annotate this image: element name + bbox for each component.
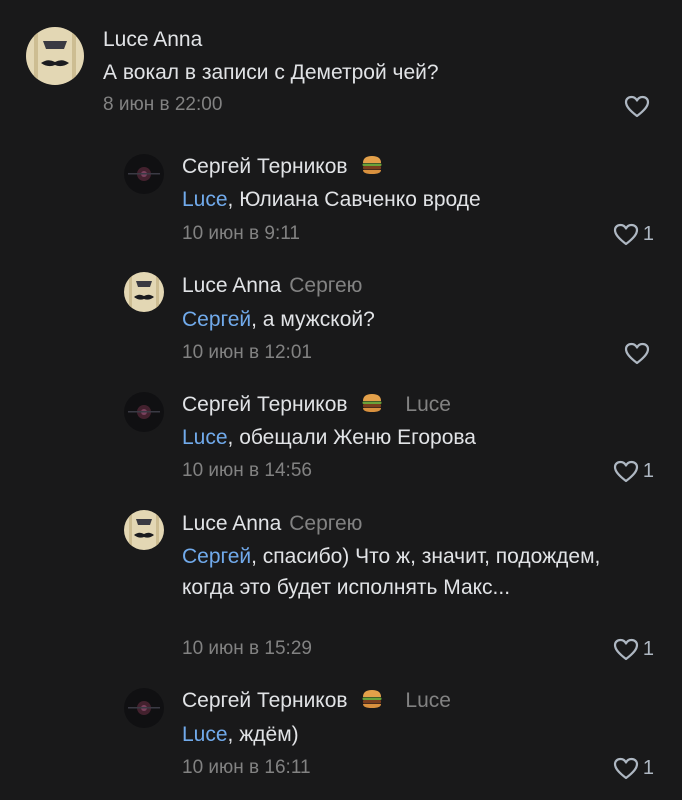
heart-outline-icon	[613, 223, 639, 246]
mention-link[interactable]: Сергей	[182, 545, 251, 568]
like-count: 1	[642, 756, 654, 779]
like-count: 1	[642, 222, 654, 245]
avatar[interactable]	[124, 272, 164, 312]
like-count: 1	[642, 637, 654, 660]
reply-to-label[interactable]: Luce	[405, 393, 451, 416]
like-button[interactable]: 1	[613, 458, 654, 484]
heart-outline-icon	[624, 342, 650, 365]
comment-reply: Luce Anna Сергею Сергей, спасибо) Что ж, …	[0, 497, 682, 677]
comment-reply: Сергей Терников Luce, Юлиана Савченко вр…	[0, 140, 682, 260]
comment-body: А вокал в записи с Деметрой чей?	[103, 61, 439, 84]
author-name[interactable]: Сергей Терников	[182, 393, 348, 416]
avatar[interactable]	[124, 510, 164, 550]
comment-reply: Сергей Терников Luce Luce, ждём) 10 июн …	[0, 674, 682, 800]
comment-body: , ждём)	[227, 723, 299, 746]
comment-date[interactable]: 10 июн в 9:11	[182, 222, 300, 246]
comment-header: Luce Anna Сергею	[182, 273, 362, 299]
like-button[interactable]: 1	[613, 221, 654, 247]
hamburger-emoji	[361, 154, 383, 183]
heart-outline-icon	[613, 460, 639, 483]
avatar[interactable]	[124, 688, 164, 728]
comment-body: , а мужской?	[251, 308, 375, 331]
heart-outline-icon	[624, 95, 650, 118]
comment-text: Luce, Юлиана Савченко вроде	[182, 185, 622, 215]
comment-text: Сергей, а мужской?	[182, 305, 622, 335]
avatar[interactable]	[124, 392, 164, 432]
mention-link[interactable]: Сергей	[182, 308, 251, 331]
comment-header: Luce Anna Сергею	[182, 511, 362, 537]
comment-text: Luce, ждём)	[182, 720, 622, 750]
comment-header: Сергей Терников Luce	[182, 688, 451, 717]
comment-text: Luce, обещали Женю Егорова	[182, 423, 622, 453]
mention-link[interactable]: Luce	[182, 188, 228, 211]
comment-body: , Юлиана Савченко вроде	[227, 188, 481, 211]
heart-outline-icon	[613, 638, 639, 661]
like-button[interactable]: 1	[613, 755, 654, 781]
comment-date[interactable]: 10 июн в 15:29	[182, 637, 312, 661]
comment: Luce Anna А вокал в записи с Деметрой че…	[0, 0, 682, 130]
comment-header: Сергей Терников Luce	[182, 392, 451, 421]
like-button[interactable]	[624, 93, 654, 119]
comment-date[interactable]: 10 июн в 14:56	[182, 459, 312, 483]
comment-reply: Luce Anna Сергею Сергей, а мужской? 10 ию…	[0, 259, 682, 379]
author-name[interactable]: Сергей Терников	[182, 689, 348, 712]
comment-header: Luce Anna	[103, 27, 202, 53]
like-count: 1	[642, 459, 654, 482]
author-name[interactable]: Luce Anna	[182, 274, 281, 297]
like-button[interactable]	[624, 340, 654, 366]
mention-link[interactable]: Luce	[182, 723, 228, 746]
like-button[interactable]: 1	[613, 636, 654, 662]
reply-to-label[interactable]: Luce	[405, 689, 451, 712]
comment-date[interactable]: 10 июн в 12:01	[182, 341, 312, 365]
hamburger-emoji	[361, 392, 383, 421]
comment-body: , обещали Женю Егорова	[227, 426, 476, 449]
comment-date[interactable]: 8 июн в 22:00	[103, 93, 222, 117]
hamburger-emoji	[361, 688, 383, 717]
author-name[interactable]: Luce Anna	[103, 28, 202, 51]
comment-header: Сергей Терников	[182, 154, 383, 183]
author-name[interactable]: Сергей Терников	[182, 155, 348, 178]
comment-thread: Luce Anna А вокал в записи с Деметрой че…	[0, 0, 682, 800]
reply-to-label[interactable]: Сергею	[289, 512, 362, 535]
avatar[interactable]	[124, 154, 164, 194]
reply-to-label[interactable]: Сергею	[289, 274, 362, 297]
comment-date[interactable]: 10 июн в 16:11	[182, 756, 311, 780]
comment-text: Сергей, спасибо) Что ж, значит, подождем…	[182, 541, 622, 603]
comment-reply: Сергей Терников Luce Luce, обещали Женю …	[0, 378, 682, 498]
comment-text: А вокал в записи с Деметрой чей?	[103, 58, 643, 88]
mention-link[interactable]: Luce	[182, 426, 228, 449]
heart-outline-icon	[613, 757, 639, 780]
author-name[interactable]: Luce Anna	[182, 512, 281, 535]
avatar[interactable]	[26, 27, 84, 85]
